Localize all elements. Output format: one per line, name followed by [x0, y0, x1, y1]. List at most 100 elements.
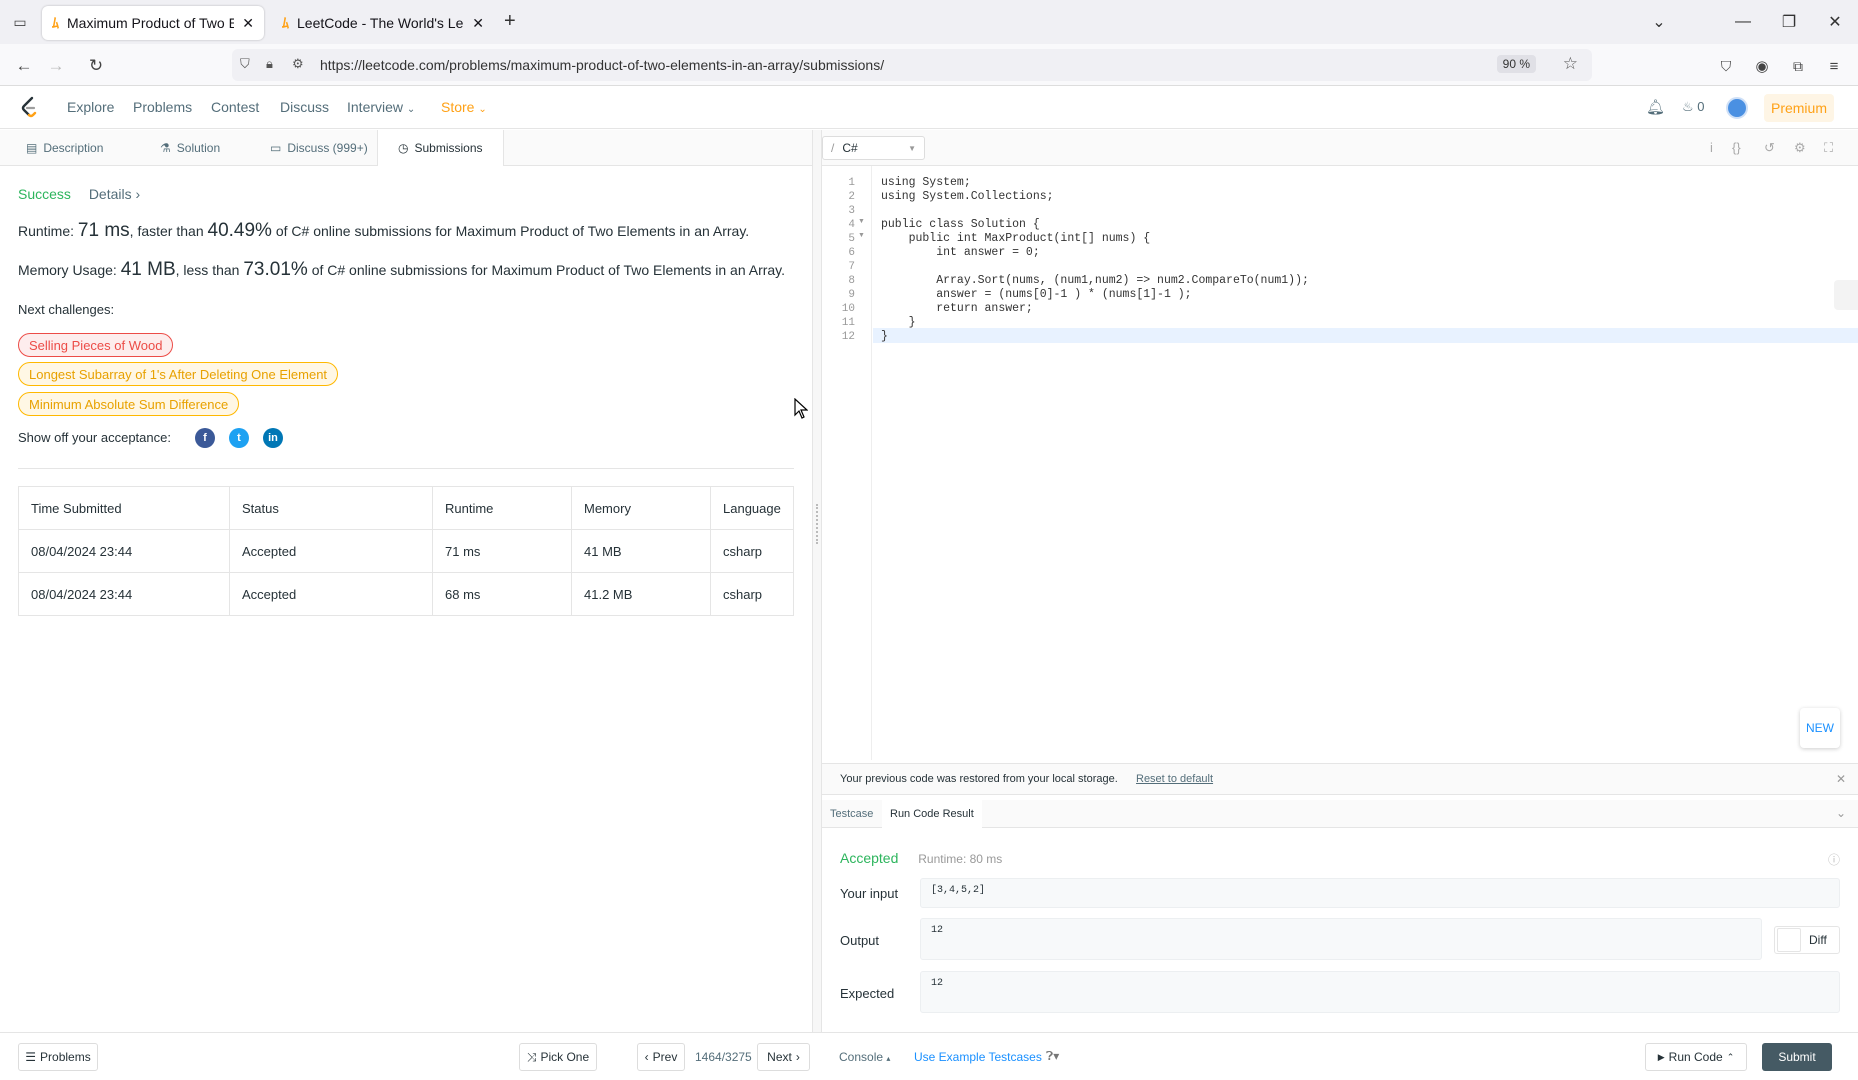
nav-problems[interactable]: Problems	[133, 99, 192, 115]
list-all-tabs-icon[interactable]: ⌄	[1636, 0, 1682, 44]
permissions-icon[interactable]: ⚙	[292, 56, 304, 72]
chevron-down-icon[interactable]: ⌄	[1836, 806, 1846, 820]
code-line: int answer = 0;	[881, 246, 1040, 259]
tab-discuss[interactable]: ▭ Discuss (999+)	[258, 130, 380, 166]
nav-explore[interactable]: Explore	[67, 99, 114, 115]
zoom-level[interactable]: 90 %	[1496, 55, 1536, 73]
toggle-switch	[1777, 928, 1801, 952]
code-editor[interactable]: 1 2 3 4 5 6 7 8 9 10 11 12 ▼ ▼ using Sys…	[822, 166, 1858, 760]
language-cell: csharp	[710, 572, 794, 616]
code-line: answer = (nums[0]-1 ) * (nums[1]-1 );	[881, 288, 1192, 301]
shuffle-icon: ⤨	[526, 1049, 537, 1064]
table-row[interactable]: 08/04/2024 23:44 Accepted 68 ms 41.2 MB …	[18, 572, 794, 616]
tab-description[interactable]: ▤ Description	[14, 130, 115, 166]
account-icon[interactable]: ◉	[1748, 52, 1776, 80]
forward-icon[interactable]: →	[42, 52, 70, 80]
memory-prefix: Memory Usage:	[18, 262, 117, 278]
problem-counter: 1464/3275	[695, 1050, 752, 1064]
editor-toolbar: / C# ▼ i {} ↺ ⚙ ⛶	[822, 130, 1858, 166]
fullscreen-icon[interactable]: ⛶	[1824, 140, 1833, 156]
info-icon[interactable]: i	[1710, 140, 1713, 155]
diff-toggle[interactable]: Diff	[1774, 926, 1840, 954]
tab-run-code-result[interactable]: Run Code Result	[882, 800, 982, 828]
status-link[interactable]: Accepted	[229, 529, 433, 573]
line-number: 11	[841, 317, 855, 329]
side-tab[interactable]	[1834, 280, 1858, 310]
prev-button[interactable]: ‹ Prev	[637, 1043, 685, 1071]
new-tab-icon[interactable]: +	[504, 10, 516, 33]
line-number: 10	[841, 303, 855, 315]
bookmark-star-icon[interactable]: ☆	[1563, 54, 1578, 74]
info-icon[interactable]: ⓘ	[1828, 851, 1840, 868]
reload-icon[interactable]: ↻	[82, 52, 110, 80]
table-row[interactable]: 08/04/2024 23:44 Accepted 71 ms 41 MB cs…	[18, 529, 794, 573]
fold-arrow-icon[interactable]: ▼	[858, 218, 865, 225]
close-window-icon[interactable]: ✕	[1812, 0, 1858, 44]
use-example-testcases[interactable]: Use Example Testcases	[914, 1050, 1042, 1064]
shield-icon[interactable]: ⛉	[240, 56, 250, 72]
premium-button[interactable]: Premium	[1764, 94, 1834, 122]
pick-one-button[interactable]: ⤨ Pick One	[519, 1043, 597, 1071]
challenge-chip[interactable]: Selling Pieces of Wood	[18, 333, 174, 357]
pocket-icon[interactable]: ⛉	[1712, 52, 1740, 80]
nav-discuss[interactable]: Discuss	[280, 99, 329, 115]
linkedin-icon[interactable]: in	[263, 428, 283, 448]
submit-button[interactable]: Submit	[1762, 1043, 1832, 1071]
language-select[interactable]: / C# ▼	[822, 136, 925, 160]
help-icon[interactable]: ❓︎▾	[1046, 1049, 1059, 1064]
bell-icon[interactable]: 🔔︎	[1646, 98, 1665, 116]
challenge-chip[interactable]: Longest Subarray of 1's After Deleting O…	[18, 362, 339, 386]
browser-tab-active[interactable]: ﾑ Maximum Product of Two Elen ✕	[42, 6, 264, 40]
table-header-row: Time Submitted Status Runtime Memory Lan…	[18, 486, 794, 530]
close-tab-icon[interactable]: ✕	[472, 15, 484, 32]
leetcode-logo[interactable]	[20, 96, 38, 118]
tab-discuss-label: Discuss (999+)	[287, 141, 368, 155]
restore-window-icon[interactable]: ❐	[1766, 0, 1812, 44]
settings-icon[interactable]: ⚙	[1794, 140, 1806, 156]
tab-solution[interactable]: ⚗ Solution	[148, 130, 232, 166]
output-label: Output	[840, 933, 880, 948]
address-bar[interactable]: ⛉ 🔒︎ ⚙ https://leetcode.com/problems/max…	[232, 49, 1592, 81]
extensions-icon[interactable]: ⧉	[1784, 52, 1812, 80]
console-button[interactable]: Console ▴	[839, 1050, 890, 1064]
restore-message: Your previous code was restored from you…	[840, 773, 1118, 785]
code-line: Array.Sort(nums, (num1,num2) => num2.Com…	[881, 274, 1309, 287]
tab-list-icon[interactable]: ▭	[8, 10, 32, 34]
next-button[interactable]: Next ›	[757, 1043, 810, 1071]
status-link[interactable]: Accepted	[229, 572, 433, 616]
braces-icon[interactable]: {}	[1732, 140, 1741, 155]
nav-store[interactable]: Store ⌄	[441, 99, 487, 115]
run-code-button[interactable]: ▶ Run Code ⌃	[1645, 1043, 1747, 1071]
avatar[interactable]	[1726, 97, 1748, 119]
twitter-icon[interactable]: t	[229, 428, 249, 448]
reset-default-link[interactable]: Reset to default	[1136, 773, 1213, 785]
tab-testcase[interactable]: Testcase	[822, 800, 881, 828]
leetcode-header: Explore Problems Contest Discuss Intervi…	[0, 87, 1858, 129]
input-label: Your input	[840, 886, 899, 901]
back-icon[interactable]: ←	[10, 52, 38, 80]
fold-arrow-icon[interactable]: ▼	[858, 232, 865, 239]
details-link[interactable]: Details ›	[89, 186, 140, 202]
problems-button[interactable]: ☰ Problems	[18, 1043, 98, 1071]
browser-tab[interactable]: ﾑ LeetCode - The World's Leadi ✕	[272, 6, 494, 40]
chevron-down-icon: ⌄	[478, 104, 487, 115]
column-header: Language	[710, 486, 794, 530]
minimize-icon[interactable]: —	[1720, 0, 1766, 44]
accepted-status: Accepted	[840, 850, 899, 866]
runtime-suffix: of C# online submissions for Maximum Pro…	[275, 223, 750, 239]
facebook-icon[interactable]: f	[195, 428, 215, 448]
panel-resize-handle[interactable]	[812, 130, 822, 1032]
menu-icon[interactable]: ≡	[1820, 52, 1848, 80]
console-tabs: Testcase Run Code Result ⌄	[822, 800, 1858, 828]
tab-submissions[interactable]: ◷ Submissions	[377, 130, 504, 166]
close-tab-icon[interactable]: ✕	[242, 15, 254, 32]
nav-contest[interactable]: Contest	[211, 99, 259, 115]
nav-interview[interactable]: Interview ⌄	[347, 99, 415, 115]
lock-icon[interactable]: 🔒︎	[266, 56, 273, 72]
url-text[interactable]: https://leetcode.com/problems/maximum-pr…	[320, 57, 884, 73]
close-icon[interactable]: ✕	[1836, 772, 1846, 786]
challenge-chip[interactable]: Minimum Absolute Sum Difference	[18, 392, 240, 416]
reset-icon[interactable]: ↺	[1764, 140, 1775, 156]
new-feature-button[interactable]: NEW	[1800, 708, 1840, 748]
streak[interactable]: ♨ 0	[1682, 99, 1705, 115]
